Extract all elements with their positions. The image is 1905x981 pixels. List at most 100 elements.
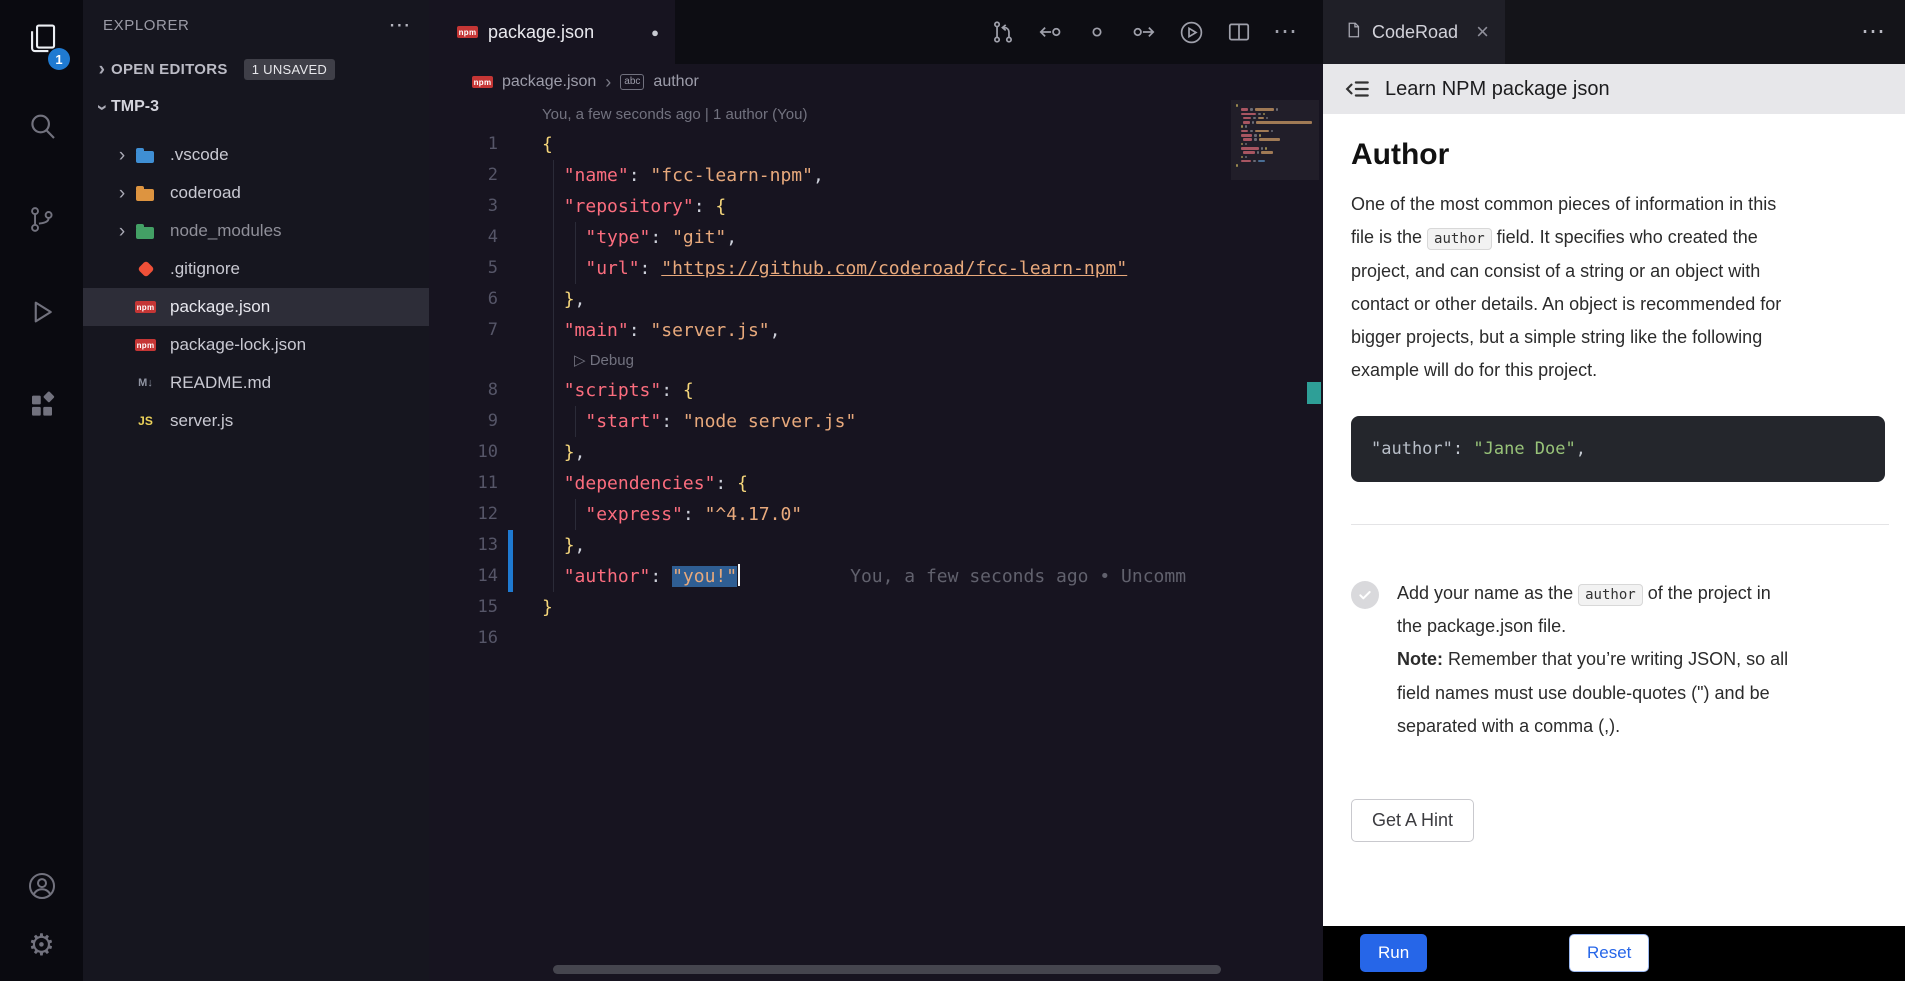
play-icon <box>27 297 57 332</box>
indent-guide <box>553 160 554 592</box>
circle-icon[interactable] <box>1084 19 1110 45</box>
indent-guide <box>575 406 576 437</box>
settings-gear-button[interactable]: ⚙ <box>0 917 83 975</box>
file-tree: ›.vscode›coderoad›node_modules.gitignore… <box>83 126 429 440</box>
tree-item-server.js[interactable]: server.js <box>83 402 429 440</box>
folder-green-icon <box>135 223 156 239</box>
code-line[interactable]: "url": "https://github.com/coderoad/fcc-… <box>542 253 1127 284</box>
split-editor-icon[interactable] <box>1226 19 1252 45</box>
tab-coderoad[interactable]: CodeRoad × <box>1323 0 1505 64</box>
npm-icon <box>472 76 493 88</box>
npm-icon <box>135 301 156 313</box>
minimap[interactable] <box>1231 100 1319 981</box>
account-button[interactable] <box>0 859 83 917</box>
navigate-back-icon[interactable] <box>1037 19 1063 45</box>
tree-item-package-lock.json[interactable]: package-lock.json <box>83 326 429 364</box>
task-text: Add your name as the author of the proje… <box>1397 577 1797 743</box>
code-line[interactable]: }, <box>542 284 585 315</box>
tree-item-package.json[interactable]: package.json <box>83 288 429 326</box>
code-line[interactable]: } <box>542 592 553 623</box>
npm-icon <box>457 26 478 38</box>
close-icon[interactable]: × <box>1476 21 1489 43</box>
code-line[interactable]: { <box>542 129 553 160</box>
menu-back-icon[interactable] <box>1345 76 1371 102</box>
file-icon <box>1345 20 1362 45</box>
task-description: Add your name as the author of the proje… <box>1397 577 1797 644</box>
modified-line-marker <box>508 530 513 561</box>
code-line[interactable]: "scripts": { <box>542 375 694 406</box>
md-icon <box>135 375 156 391</box>
code-line[interactable]: "author": "you!"You, a few seconds ago •… <box>542 561 1186 592</box>
overview-ruler-mark <box>1307 382 1321 404</box>
code-line[interactable]: "repository": { <box>542 191 726 222</box>
root-label: TMP-3 <box>111 98 159 116</box>
code-line[interactable]: "main": "server.js", <box>542 315 780 346</box>
minimap-content <box>1231 100 1319 173</box>
codelens[interactable]: You, a few seconds ago | 1 author (You) <box>542 100 807 129</box>
file-label: README.md <box>170 373 271 393</box>
breadcrumb-symbol[interactable]: author <box>653 73 698 91</box>
symbol-string-icon <box>620 74 644 90</box>
file-label: server.js <box>170 411 233 431</box>
code-line[interactable]: }, <box>542 437 585 468</box>
code-line[interactable]: "type": "git", <box>542 222 737 253</box>
line-number: 10 <box>429 437 498 468</box>
code-line[interactable]: "name": "fcc-learn-npm", <box>542 160 824 191</box>
folder-vscode-icon <box>135 147 156 163</box>
line-number: 6 <box>429 284 498 315</box>
breadcrumb: package.json › author <box>429 64 1323 100</box>
modified-line-marker <box>508 561 513 592</box>
indent-guide <box>575 499 576 530</box>
tree-item-README.md[interactable]: README.md <box>83 364 429 402</box>
line-number: 3 <box>429 191 498 222</box>
line-number <box>429 100 498 129</box>
chevron-right-icon: › <box>93 60 111 79</box>
lesson-heading: Author <box>1351 138 1905 172</box>
example-code-block: "author": "Jane Doe", <box>1351 416 1885 482</box>
open-editors-section[interactable]: › OPEN EDITORS 1 UNSAVED <box>83 50 429 88</box>
tree-item-.gitignore[interactable]: .gitignore <box>83 250 429 288</box>
tree-item-.vscode[interactable]: ›.vscode <box>83 136 429 174</box>
gear-icon: ⚙ <box>28 931 55 961</box>
editor-actions: ⋯ <box>990 19 1297 46</box>
line-number <box>429 346 498 375</box>
folder-orange-icon <box>135 185 156 201</box>
indent-guide <box>575 222 576 284</box>
source-control-activity-button[interactable] <box>0 175 83 268</box>
tree-item-coderoad[interactable]: ›coderoad <box>83 174 429 212</box>
inline-blame: You, a few seconds ago • Uncomm <box>850 566 1186 587</box>
explorer-activity-button[interactable]: 1 <box>0 0 83 82</box>
get-hint-button[interactable]: Get A Hint <box>1351 799 1474 842</box>
npm-icon <box>135 339 156 351</box>
code-editor[interactable]: You, a few seconds ago | 1 author (You) 1… <box>429 100 1323 981</box>
code-line[interactable]: "express": "^4.17.0" <box>542 499 802 530</box>
code-line[interactable]: "dependencies": { <box>542 468 748 499</box>
codelens[interactable]: ▷ Debug <box>542 346 634 375</box>
git-compare-icon[interactable] <box>990 19 1016 45</box>
code-line[interactable]: }, <box>542 530 585 561</box>
tab-package-json[interactable]: package.json ● <box>429 0 675 64</box>
chevron-right-icon: › <box>605 72 611 93</box>
run-button[interactable]: Run <box>1360 934 1427 972</box>
panel-footer: Run Reset <box>1323 926 1905 981</box>
chevron-right-icon: › <box>113 146 131 165</box>
run-debug-activity-button[interactable] <box>0 268 83 361</box>
unsaved-badge: 1 UNSAVED <box>244 59 335 80</box>
breadcrumb-file[interactable]: package.json <box>502 73 596 91</box>
extensions-activity-button[interactable] <box>0 361 83 454</box>
line-number: 1 <box>429 129 498 160</box>
reset-button[interactable]: Reset <box>1569 934 1649 972</box>
tutorial-header: Learn NPM package json <box>1323 64 1905 114</box>
line-number: 15 <box>429 592 498 623</box>
run-file-icon[interactable] <box>1178 19 1205 46</box>
tree-item-node_modules[interactable]: ›node_modules <box>83 212 429 250</box>
navigate-forward-icon[interactable] <box>1131 19 1157 45</box>
dirty-indicator-icon[interactable]: ● <box>651 25 659 40</box>
workspace-root[interactable]: › TMP-3 <box>83 88 429 126</box>
file-label: package-lock.json <box>170 335 306 355</box>
code-line[interactable]: "start": "node server.js" <box>542 406 856 437</box>
horizontal-scrollbar[interactable] <box>553 965 1221 974</box>
search-activity-button[interactable] <box>0 82 83 175</box>
tab-label: package.json <box>488 22 594 43</box>
sidebar-title: EXPLORER <box>103 17 190 34</box>
